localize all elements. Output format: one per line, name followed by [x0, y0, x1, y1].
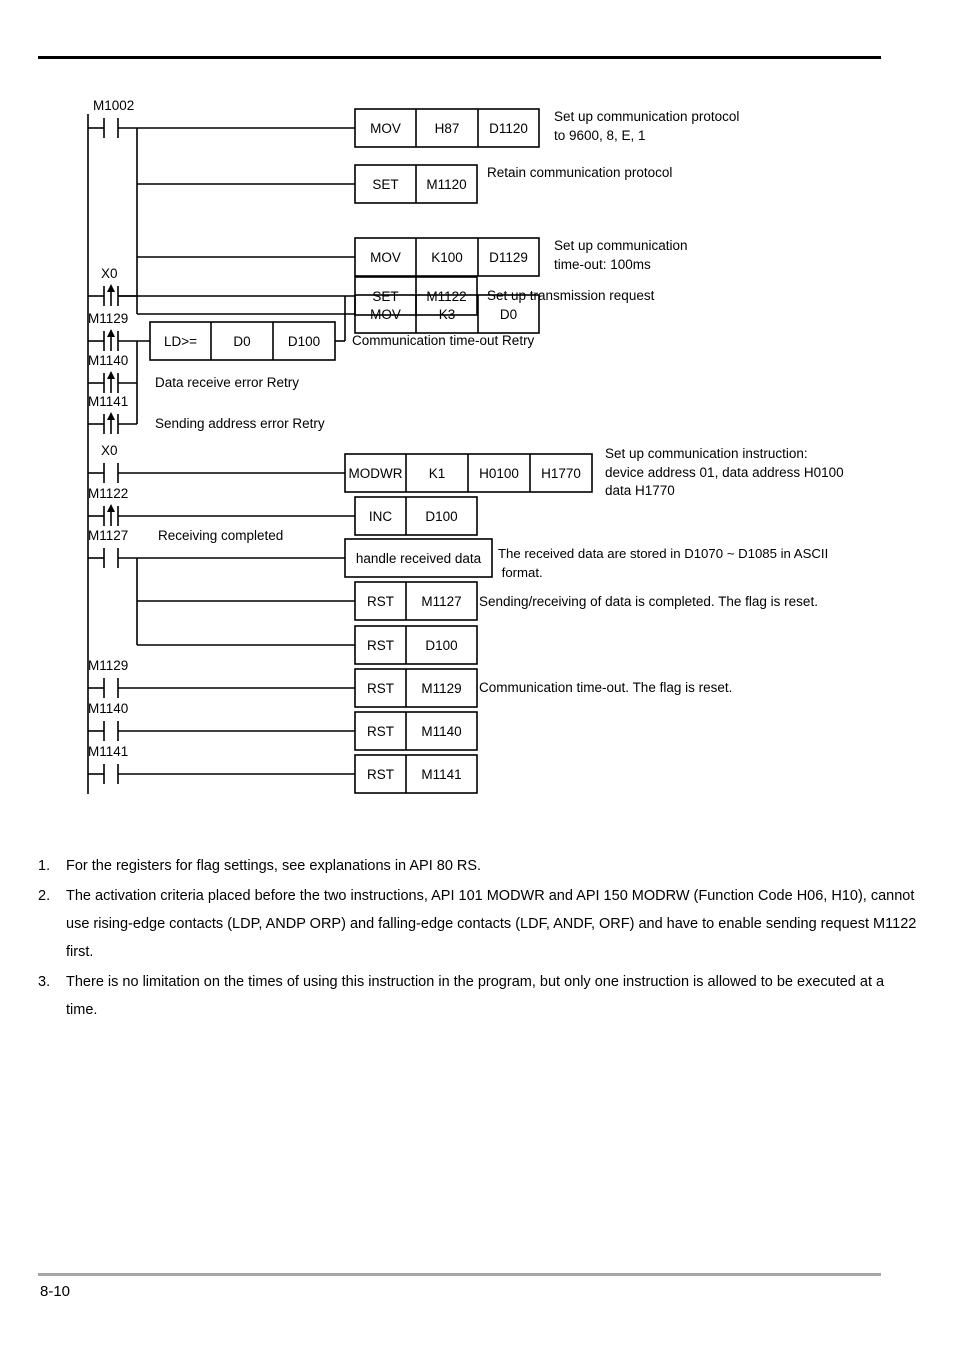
box-rst1-operand1: M1127 — [421, 594, 462, 609]
contact-label-m1140-rst: M1140 — [88, 701, 129, 716]
box-mov1-op: MOV — [370, 121, 401, 136]
contact-label-m1127: M1127 — [88, 528, 129, 543]
box-rst2-op: RST — [367, 638, 394, 653]
contact-label-m1122: M1122 — [88, 486, 129, 501]
box-mov2-operand2: D1129 — [489, 250, 528, 265]
contact-label-m1141-retry: M1141 — [88, 394, 129, 409]
ladder-diagram: M1002 X0 M1129 M1140 M1141 X0 M1122 M112… — [0, 84, 954, 824]
note-item: 1. For the registers for flag settings, … — [38, 852, 918, 880]
comment-address-error-retry: Sending address error Retry — [155, 416, 325, 431]
contact-label-m1002: M1002 — [93, 98, 135, 113]
comment-received-data-storage: The received data are stored in D1070 ~ … — [498, 546, 829, 580]
comment-timeout-retry: Communication time-out Retry — [352, 333, 535, 348]
comment-timeout: Set up communication time-out: 100ms — [554, 238, 688, 272]
page-number: 8-10 — [40, 1283, 71, 1300]
box-rst5-operand1: M1141 — [421, 767, 462, 782]
note-number: 1. — [38, 858, 51, 874]
notes-list: 1. For the registers for flag settings, … — [38, 852, 918, 1026]
document-page: M1002 X0 M1129 M1140 M1141 X0 M1122 M112… — [0, 0, 954, 1350]
contact-label-m1129-retry: M1129 — [88, 311, 129, 326]
box-set1-operand1: M1120 — [426, 177, 467, 192]
box-set1-op: SET — [372, 177, 399, 192]
box-mov3-operand2: D0 — [499, 307, 518, 322]
box-handle-received-data: handle received data — [355, 551, 482, 566]
box-mov1-operand2: D1120 — [489, 121, 528, 136]
box-rst4-operand1: M1140 — [421, 724, 462, 739]
box-inc-operand1: D100 — [425, 509, 458, 524]
comment-protocol: Set up communication protocol to 9600, 8… — [554, 109, 740, 143]
box-modwr-operand1: K1 — [428, 466, 446, 481]
contact-label-m1129-rst: M1129 — [88, 658, 129, 673]
contact-label-x0-set: X0 — [101, 266, 118, 281]
box-modwr-op: MODWR — [348, 466, 403, 481]
box-modwr-operand3: H1770 — [541, 466, 581, 481]
note-text: The activation criteria placed before th… — [66, 888, 917, 960]
box-set2-operand1: M1122 — [426, 289, 467, 304]
box-mov2-operand1: K100 — [431, 250, 463, 265]
note-item: 2. The activation criteria placed before… — [38, 882, 918, 966]
comment-timeout-flag-reset: Communication time-out. The flag is rese… — [479, 680, 733, 695]
box-mov3-op: MOV — [370, 307, 401, 322]
box-rst1-op: RST — [367, 594, 394, 609]
box-compare-op: LD>= — [163, 334, 198, 349]
box-rst5-op: RST — [367, 767, 394, 782]
contact-note-m1127: Receiving completed — [158, 528, 284, 543]
footer-rule — [38, 1273, 881, 1276]
box-mov3-operand1: K3 — [438, 307, 456, 322]
note-text: For the registers for flag settings, see… — [66, 858, 482, 874]
comment-transmission-request: Set up transmission request — [487, 288, 655, 303]
box-modwr-operand2: H0100 — [479, 466, 519, 481]
box-set2-op: SET — [372, 289, 399, 304]
comment-receive-error-retry: Data receive error Retry — [155, 375, 300, 390]
box-mov2-op: MOV — [370, 250, 401, 265]
box-compare-operand2: D100 — [287, 334, 321, 349]
note-number: 2. — [38, 888, 51, 904]
box-compare-operand1: D0 — [233, 334, 251, 349]
comment-modwr: Set up communication instruction: device… — [605, 446, 844, 498]
header-rule — [38, 56, 881, 59]
box-rst4-op: RST — [367, 724, 394, 739]
box-rst3-operand1: M1129 — [421, 681, 462, 696]
note-item: 3. There is no limitation on the times o… — [38, 968, 918, 1024]
box-inc-op: INC — [368, 509, 393, 524]
box-mov1-operand1: H87 — [434, 121, 460, 136]
contact-label-m1141-rst: M1141 — [88, 744, 129, 759]
box-rst3-op: RST — [367, 681, 394, 696]
note-text: There is no limitation on the times of u… — [66, 974, 885, 1018]
box-rst2-operand1: D100 — [425, 638, 458, 653]
contact-label-m1140-retry: M1140 — [88, 353, 129, 368]
comment-retain-protocol: Retain communication protocol — [487, 165, 673, 180]
note-number: 3. — [38, 974, 51, 990]
contact-label-x0-modwr: X0 — [101, 443, 118, 458]
comment-send-receive-complete: Sending/receiving of data is completed. … — [479, 594, 818, 609]
